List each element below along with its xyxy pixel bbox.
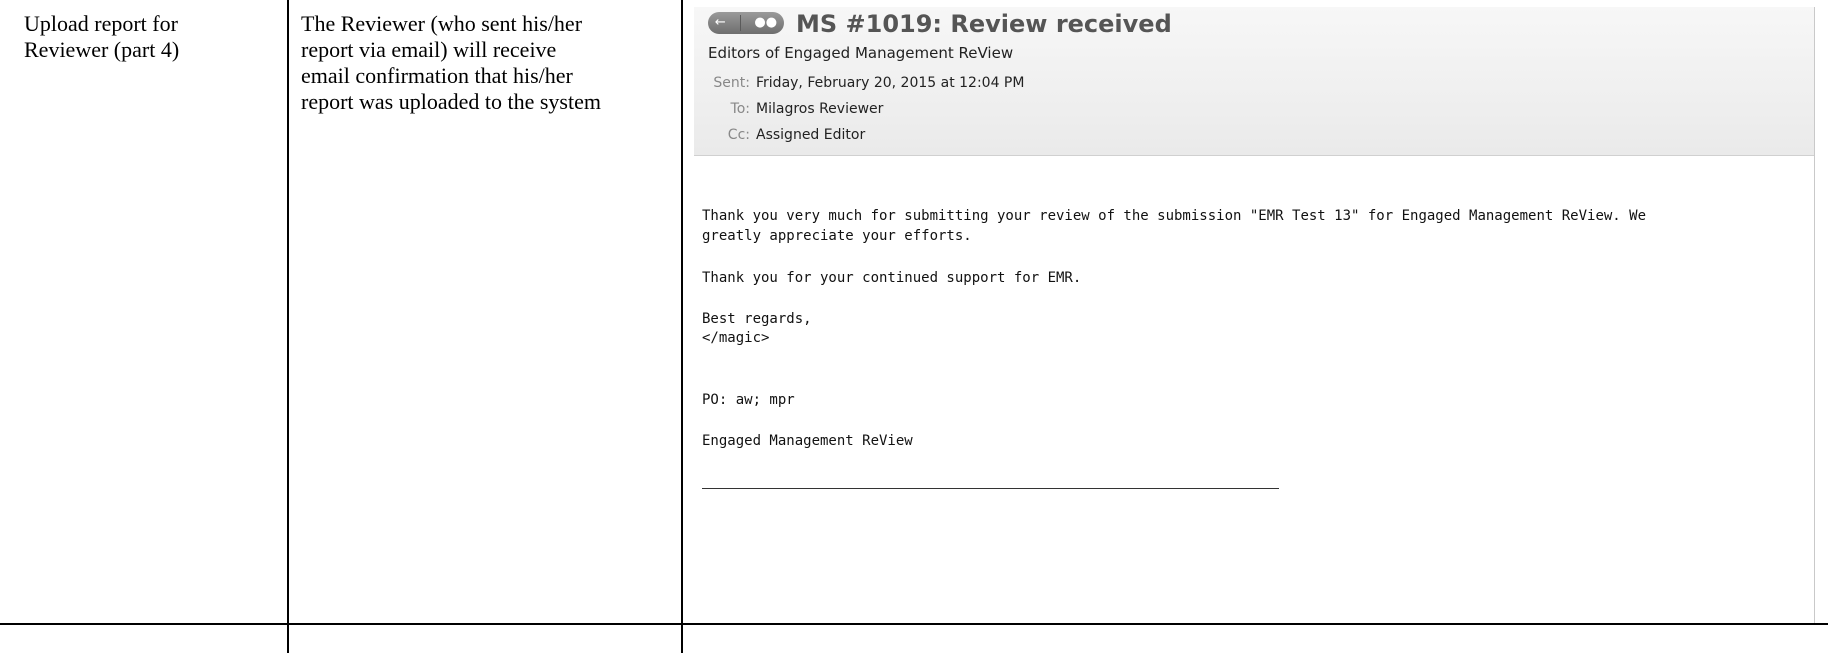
- nav-separator: [739, 15, 741, 31]
- email-screenshot: ← ●● MS #1019: Review received Editors o…: [694, 7, 1815, 623]
- description-line-3: email confirmation that his/her: [301, 63, 573, 88]
- to-label: To:: [730, 101, 750, 117]
- description-line-1: The Reviewer (who sent his/her: [301, 11, 583, 36]
- email-subject: MS #1019: Review received: [796, 10, 1172, 38]
- description-line-2: report via email) will receive: [301, 37, 557, 62]
- to-value[interactable]: Milagros Reviewer: [756, 101, 883, 117]
- column-divider-1: [287, 0, 289, 653]
- conversation-icon[interactable]: ●●: [754, 12, 777, 34]
- document-table: Upload report for Reviewer (part 4) The …: [0, 0, 1828, 653]
- signature-divider: [702, 488, 1279, 489]
- email-body-line-1: Thank you very much for submitting your …: [702, 208, 1647, 224]
- cc-value[interactable]: Assigned Editor: [756, 127, 865, 143]
- email-cc-row: Cc: Assigned Editor: [694, 127, 865, 143]
- step-label-line-2: Reviewer (part 4): [24, 37, 180, 62]
- email-header: ← ●● MS #1019: Review received Editors o…: [694, 7, 1814, 156]
- email-sent-row: Sent: Friday, February 20, 2015 at 12:04 …: [694, 75, 1024, 91]
- email-body-line-3: Thank you for your continued support for…: [702, 270, 1082, 286]
- email-sender: Editors of Engaged Management ReView: [708, 44, 1014, 62]
- sent-label: Sent:: [713, 75, 750, 91]
- step-label-line-1: Upload report for: [24, 11, 178, 36]
- email-body-line-7: Engaged Management ReView: [702, 433, 913, 449]
- reply-arrow-icon[interactable]: ←: [715, 12, 726, 34]
- email-body-line-5: </magic>: [702, 330, 770, 346]
- row-divider: [0, 623, 1828, 625]
- cc-label: Cc:: [727, 127, 750, 143]
- email-body-line-6: PO: aw; mpr: [702, 392, 795, 408]
- description-line-4: report was uploaded to the system: [301, 89, 601, 114]
- email-nav-buttons[interactable]: ← ●●: [708, 12, 784, 34]
- column-divider-2: [681, 0, 683, 653]
- email-body-line-2: greatly appreciate your efforts.: [702, 228, 972, 244]
- sent-value: Friday, February 20, 2015 at 12:04 PM: [756, 75, 1025, 91]
- email-to-row: To: Milagros Reviewer: [694, 101, 884, 117]
- email-body-line-4: Best regards,: [702, 311, 812, 327]
